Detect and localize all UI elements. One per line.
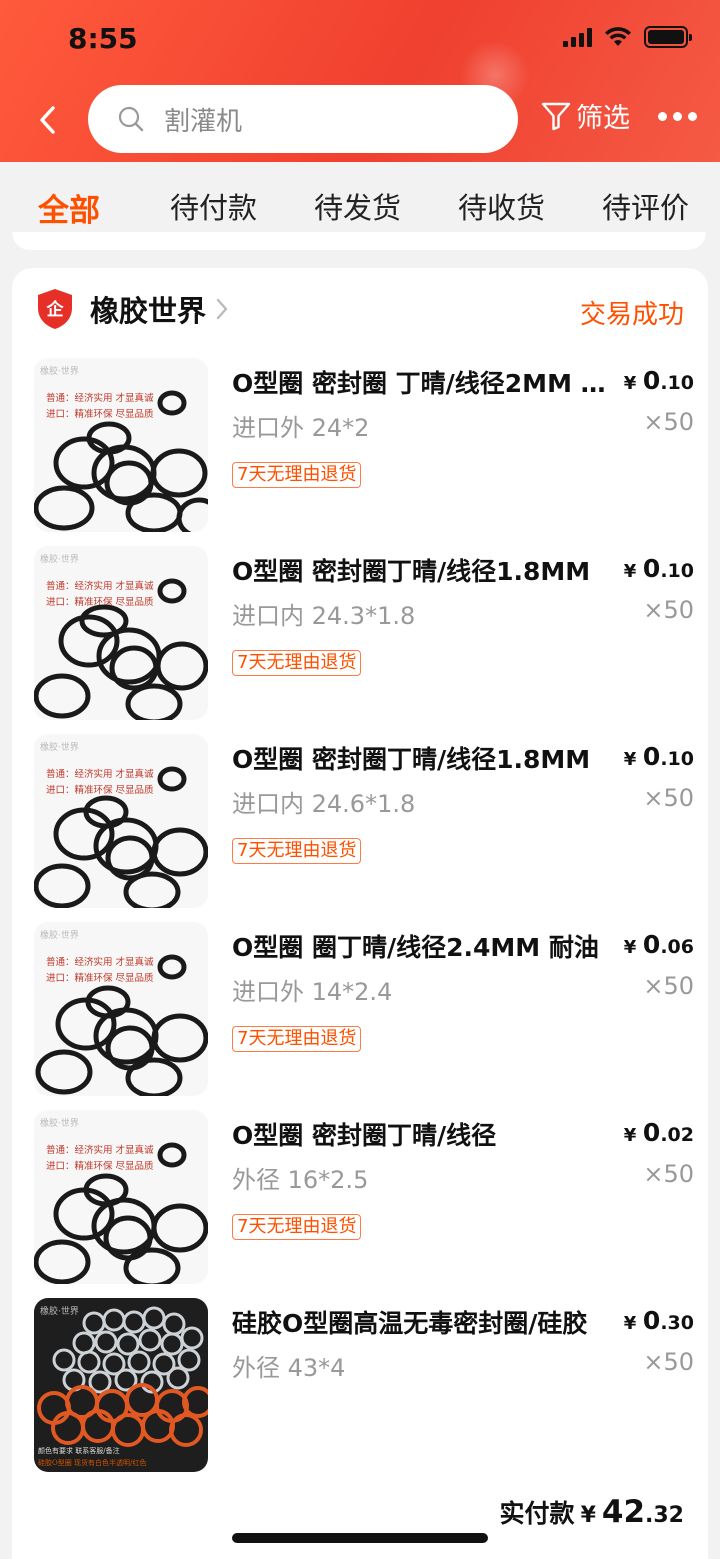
more-menu-button[interactable] [656,104,699,129]
product-price: ¥ 0.10 [623,366,694,395]
product-title: O型圈 密封圈 丁晴/线径2MM 氟胶 [232,369,612,398]
product-thumbnail: 橡胶·世界 普通：经济实用 才显真诚 进口：精准环保 尽显品质 [34,1110,208,1284]
product-title: 硅胶O型圈高温无毒密封圈/硅胶 [232,1309,588,1338]
o-ring-image [35,954,208,1096]
product-thumbnail: 橡胶·世界 颜色有要求 联系客服/备注 硅胶O型圈 现货有白色半透明/红色 [34,1298,208,1472]
product-spec: 进口外 24*2 [232,414,370,442]
signal-icon [563,27,592,47]
product-price: ¥ 0.02 [623,1118,694,1147]
product-price: ¥ 0.10 [623,554,694,583]
tab-pending-receipt[interactable]: 待收货 [458,185,545,227]
home-indicator[interactable] [232,1533,488,1543]
product-title: O型圈 密封圈丁晴/线径1.8MM [232,557,591,586]
chevron-left-icon [40,106,55,134]
order-item[interactable]: 橡胶·世界 普通：经济实用 才显真诚 进口：精准环保 尽显品质 O型圈 密封圈 … [34,358,694,532]
return-policy-badge: 7天无理由退货 [232,1026,362,1052]
shop-link[interactable]: 企 橡胶世界 [36,288,228,330]
order-item[interactable]: 橡胶·世界 普通：经济实用 才显真诚 进口：精准环保 尽显品质 O型圈 密封圈丁… [34,734,694,908]
product-title: O型圈 密封圈丁晴/线径1.8MM [232,745,591,774]
tab-pending-payment[interactable]: 待付款 [170,185,257,227]
chevron-right-icon [216,298,228,320]
return-policy-badge: 7天无理由退货 [232,650,362,676]
order-item[interactable]: 橡胶·世界 普通：经济实用 才显真诚 进口：精准环保 尽显品质 O型圈 密封圈丁… [34,1110,694,1284]
back-button[interactable] [30,100,64,140]
total-amount-dec: .32 [645,1503,684,1528]
product-price: ¥ 0.10 [623,742,694,771]
product-spec: 进口内 24.6*1.8 [232,790,416,818]
product-quantity: ×50 [643,784,694,812]
tab-pending-review[interactable]: 待评价 [602,185,689,227]
shop-name: 橡胶世界 [90,294,207,328]
product-title: O型圈 圈丁晴/线径2.4MM 耐油 [232,933,599,962]
order-total: 实付款 ¥ 42 .32 [500,1494,684,1530]
product-spec: 进口内 24.3*1.8 [232,602,416,630]
product-thumbnail: 橡胶·世界 普通：经济实用 才显真诚 进口：精准环保 尽显品质 [34,358,208,532]
tab-pending-shipment[interactable]: 待发货 [314,185,401,227]
order-item[interactable]: 橡胶·世界 普通：经济实用 才显真诚 进口：精准环保 尽显品质 O型圈 圈丁晴/… [34,922,694,1096]
thumbnail-caption: 颜色有要求 联系客服/备注 [38,1447,120,1455]
product-spec: 进口外 14*2.4 [232,978,393,1006]
product-quantity: ×50 [643,408,694,436]
product-quantity: ×50 [643,1160,694,1188]
total-label: 实付款 [499,1499,575,1528]
o-ring-image [34,766,208,908]
wifi-icon [605,27,631,46]
battery-icon [644,26,692,48]
o-ring-image [34,390,208,532]
thumbnail-brand: 橡胶·世界 [40,1307,79,1317]
return-policy-badge: 7天无理由退货 [232,462,362,488]
product-quantity: ×50 [643,1348,694,1376]
return-policy-badge: 7天无理由退货 [232,838,362,864]
filter-label: 筛选 [576,103,630,134]
order-card: 企 橡胶世界 交易成功 橡胶·世界 普通：经济实用 才显真诚 进口：精准环保 尽… [12,268,708,1559]
filter-button[interactable]: 筛选 [540,96,630,135]
more-dot-icon [658,112,667,121]
product-spec: 外径 16*2.5 [232,1166,369,1194]
product-spec: 外径 43*4 [232,1354,346,1382]
header-bar: 8:55 割灌机 筛选 [0,0,720,162]
total-amount-int: 42 [601,1494,646,1530]
order-status: 交易成功 [579,300,684,330]
status-icons [563,26,692,48]
more-dot-icon [673,112,682,121]
shop-logo-text: 企 [46,299,65,320]
shop-logo-icon: 企 [38,289,72,329]
search-icon [118,106,144,132]
product-price: ¥ 0.06 [623,930,694,959]
search-input[interactable]: 割灌机 [88,85,518,153]
product-thumbnail: 橡胶·世界 普通：经济实用 才显真诚 进口：精准环保 尽显品质 [34,922,208,1096]
total-currency: ¥ [580,1503,596,1528]
o-ring-image [34,1142,208,1284]
product-price: ¥ 0.30 [623,1306,694,1335]
product-title: O型圈 密封圈丁晴/线径 [232,1121,497,1150]
filter-icon [541,102,571,130]
order-item[interactable]: 橡胶·世界 普通：经济实用 才显真诚 进口：精准环保 尽显品质 O型圈 密封圈丁… [34,546,694,720]
product-thumbnail: 橡胶·世界 普通：经济实用 才显真诚 进口：精准环保 尽显品质 [34,734,208,908]
more-dot-icon [688,112,697,121]
thumbnail-caption: 硅胶O型圈 现货有白色半透明/红色 [38,1459,147,1467]
previous-order-card [12,232,706,250]
search-placeholder: 割灌机 [164,106,243,137]
status-time: 8:55 [68,22,138,55]
tab-all[interactable]: 全部 [38,185,100,230]
return-policy-badge: 7天无理由退货 [232,1214,362,1240]
product-quantity: ×50 [643,596,694,624]
o-ring-image [34,578,208,720]
order-item[interactable]: 橡胶·世界 颜色有要求 联系客服/备注 硅胶O型圈 现货有白色半透明/红色 硅胶… [34,1298,694,1472]
product-thumbnail: 橡胶·世界 普通：经济实用 才显真诚 进口：精准环保 尽显品质 [34,546,208,720]
product-quantity: ×50 [643,972,694,1000]
